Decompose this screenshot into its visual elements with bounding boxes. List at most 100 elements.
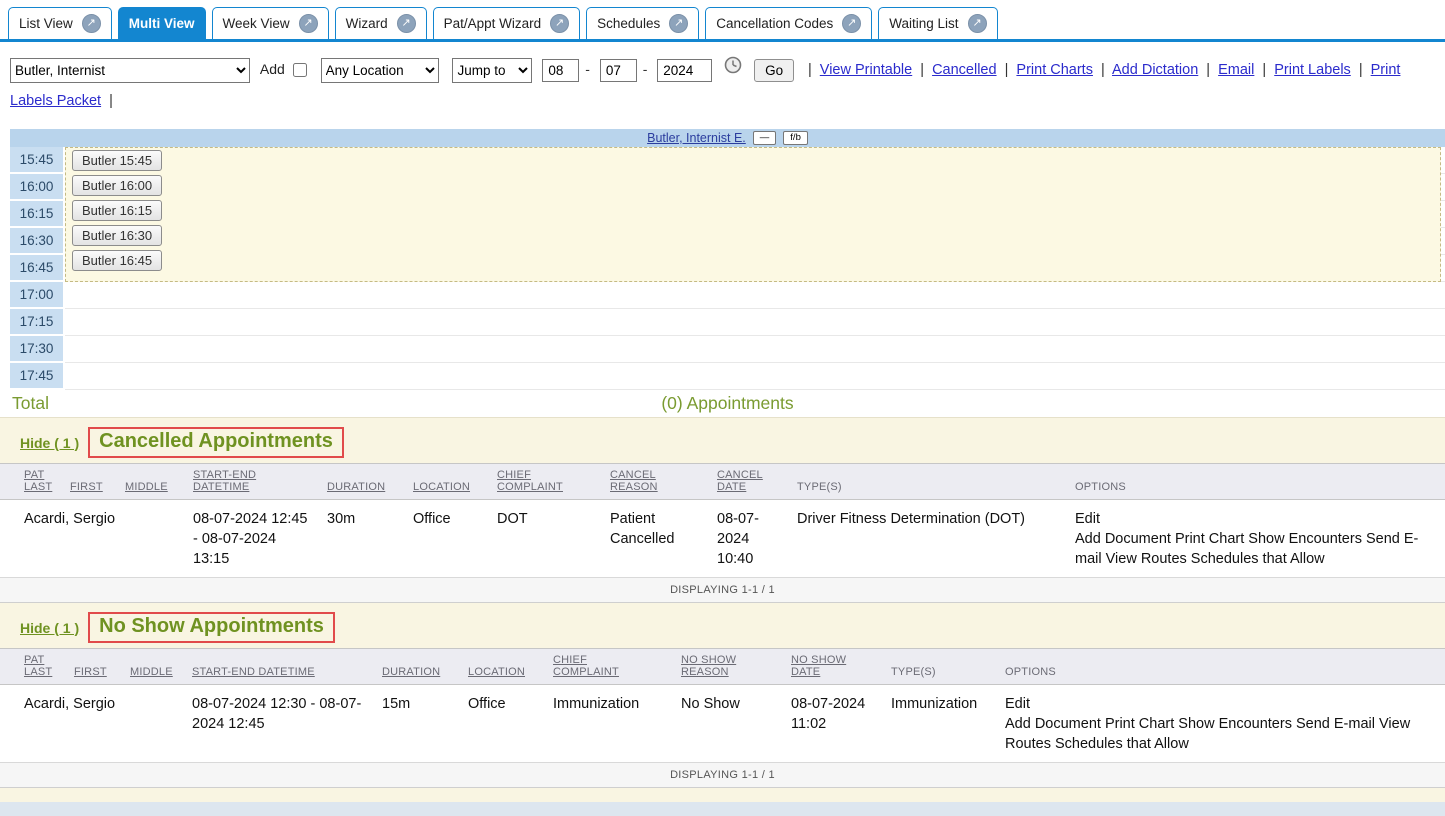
link-separator: | [920,62,924,78]
col-duration[interactable]: DURATION [376,649,462,685]
bottom-strip [0,802,1445,816]
schedule-header: Butler, Internist E. — f/b [10,129,1445,147]
col-pat-last[interactable]: PAT LAST [0,464,64,500]
view-tabbar: List View ↗ Multi View Week View ↗ Wizar… [0,0,1445,42]
col-first[interactable]: FIRST [64,464,119,500]
open-new-window-icon[interactable]: ↗ [968,14,987,33]
col-first[interactable]: FIRST [68,649,124,685]
hide-cancelled-link[interactable]: Hide ( 1 ) [20,435,79,451]
slot-button[interactable]: Butler 15:45 [72,150,162,171]
open-new-window-icon[interactable]: ↗ [842,14,861,33]
col-types: TYPE(S) [791,464,1069,500]
option-schedules-that-allow[interactable]: Schedules that Allow [1055,736,1189,752]
fb-button[interactable]: f/b [783,131,808,145]
hide-noshow-link[interactable]: Hide ( 1 ) [20,620,79,636]
tab-label: Schedules [597,16,660,31]
link-separator: | [1005,62,1009,78]
link-separator: | [1262,62,1266,78]
slot-button[interactable]: Butler 16:45 [72,250,162,271]
option-print-chart[interactable]: Print Chart [1175,531,1244,547]
provider-link[interactable]: Butler, Internist E. [647,131,746,145]
col-start-end[interactable]: START-END DATETIME [187,464,321,500]
appointment-sections: Hide ( 1 ) Cancelled Appointments PAT LA… [0,417,1445,816]
schedule-row[interactable] [65,309,1445,336]
col-noshow-reason[interactable]: NO SHOW REASON [675,649,785,685]
tab-pat-appt-wizard[interactable]: Pat/Appt Wizard ↗ [433,7,581,39]
link-print-labels[interactable]: Print Labels [1274,62,1351,78]
option-add-document[interactable]: Add Document [1005,716,1101,732]
open-new-window-icon[interactable]: ↗ [82,14,101,33]
option-show-encounters[interactable]: Show Encounters [1248,531,1362,547]
col-noshow-date[interactable]: NO SHOW DATE [785,649,885,685]
schedule-row[interactable] [65,363,1445,390]
schedule-row[interactable] [65,282,1445,309]
option-edit[interactable]: Edit [1005,696,1030,712]
option-show-encounters[interactable]: Show Encounters [1178,716,1292,732]
provider-select[interactable]: Butler, Internist [10,58,250,83]
time-label: 16:15 [10,201,65,228]
option-send-email[interactable]: Send E-mail [1296,716,1375,732]
tab-schedules[interactable]: Schedules ↗ [586,7,699,39]
col-chief-complaint[interactable]: CHIEF COMPLAINT [491,464,604,500]
link-view-printable[interactable]: View Printable [820,62,912,78]
option-edit[interactable]: Edit [1075,511,1100,527]
open-new-window-icon[interactable]: ↗ [397,14,416,33]
time-label: 15:45 [10,147,65,174]
link-email[interactable]: Email [1218,62,1254,78]
link-add-dictation[interactable]: Add Dictation [1112,62,1198,78]
location-select[interactable]: Any Location [321,58,439,83]
option-view-routes[interactable]: View Routes [1106,551,1187,567]
option-add-document[interactable]: Add Document [1075,531,1171,547]
slot-button[interactable]: Butler 16:15 [72,200,162,221]
clock-icon[interactable] [724,54,742,84]
col-location[interactable]: LOCATION [407,464,491,500]
cancelled-appointment-row: Acardi, Sergio 08-07-2024 12:45 - 08-07-… [0,500,1445,578]
link-separator: | [1101,62,1105,78]
link-separator: | [1359,62,1363,78]
jump-to-select[interactable]: Jump to [452,58,532,83]
tab-waiting-list[interactable]: Waiting List ↗ [878,7,997,39]
col-middle[interactable]: MIDDLE [119,464,187,500]
col-duration[interactable]: DURATION [321,464,407,500]
tab-multi-view[interactable]: Multi View [118,7,206,39]
tab-label: List View [19,16,73,31]
date-year-input[interactable] [657,59,712,82]
col-middle[interactable]: MIDDLE [124,649,186,685]
go-button[interactable]: Go [754,59,794,82]
option-print-chart[interactable]: Print Chart [1105,716,1174,732]
total-row: Total (0) Appointments [10,390,1445,417]
provider-column: Butler 15:45 Butler 16:00 Butler 16:15 B… [65,147,1445,390]
noshow-reason: No Show [675,685,785,763]
open-new-window-icon[interactable]: ↗ [669,14,688,33]
location: Office [462,685,547,763]
col-cancel-date[interactable]: CANCEL DATE [711,464,791,500]
appointment-types: Driver Fitness Determination (DOT) [791,500,1069,578]
open-new-window-icon[interactable]: ↗ [299,14,318,33]
date-month-input[interactable] [542,59,579,82]
schedule-row[interactable] [65,336,1445,363]
col-chief-complaint[interactable]: CHIEF COMPLAINT [547,649,675,685]
tab-wizard[interactable]: Wizard ↗ [335,7,427,39]
slot-button[interactable]: Butler 16:00 [72,175,162,196]
col-start-end[interactable]: START-END DATETIME [186,649,376,685]
minimize-button[interactable]: — [753,131,777,145]
tab-week-view[interactable]: Week View ↗ [212,7,329,39]
patient-name: Acardi, Sergio [0,500,187,578]
col-location[interactable]: LOCATION [462,649,547,685]
link-print-charts[interactable]: Print Charts [1016,62,1093,78]
col-pat-last[interactable]: PAT LAST [0,649,68,685]
col-cancel-reason[interactable]: CANCEL REASON [604,464,711,500]
add-checkbox[interactable] [293,63,307,77]
location: Office [407,500,491,578]
slot-button[interactable]: Butler 16:30 [72,225,162,246]
link-cancelled[interactable]: Cancelled [932,62,997,78]
time-label: 17:15 [10,309,65,336]
patient-name: Acardi, Sergio [0,685,186,763]
tab-cancellation-codes[interactable]: Cancellation Codes ↗ [705,7,872,39]
date-day-input[interactable] [600,59,637,82]
tab-list-view[interactable]: List View ↗ [8,7,112,39]
tab-label: Waiting List [889,16,958,31]
open-new-window-icon[interactable]: ↗ [550,14,569,33]
option-schedules-that-allow[interactable]: Schedules that Allow [1191,551,1325,567]
noshow-displaying: DISPLAYING 1-1 / 1 [0,762,1445,788]
